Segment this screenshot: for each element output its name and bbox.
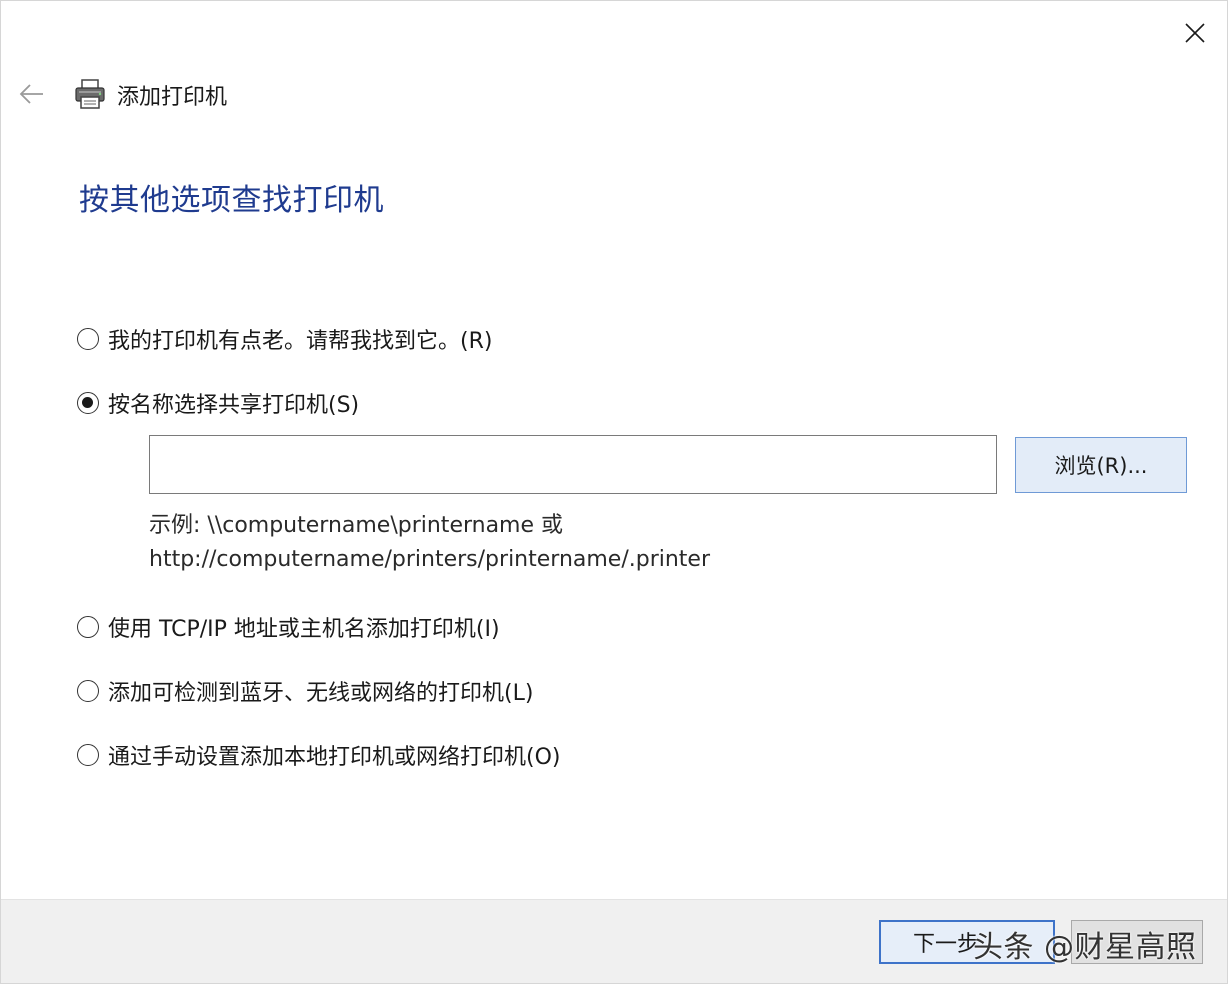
option-wireless-network[interactable]: 添加可检测到蓝牙、无线或网络的打印机(L) [77,675,533,707]
example-line-1: 示例: \\computername\printername 或 [149,513,564,538]
option-manual-setup-label: 通过手动设置添加本地打印机或网络打印机(O) [108,745,561,770]
watermark: 头条 @财星高照 [973,930,1197,965]
option-old-printer[interactable]: 我的打印机有点老。请帮我找到它。(R) [77,323,492,355]
radio-shared-by-name[interactable] [77,392,99,414]
window-title: 添加打印机 [117,85,228,110]
option-tcp-ip-label: 使用 TCP/IP 地址或主机名添加打印机(I) [108,617,500,642]
radio-manual-setup[interactable] [77,744,99,766]
option-old-printer-label: 我的打印机有点老。请帮我找到它。(R) [108,329,493,354]
option-shared-by-name-label: 按名称选择共享打印机(S) [108,393,360,418]
option-manual-setup[interactable]: 通过手动设置添加本地打印机或网络打印机(O) [77,739,560,771]
option-wireless-network-label: 添加可检测到蓝牙、无线或网络的打印机(L) [108,681,534,706]
back-arrow-icon [19,84,43,104]
dialog-footer: 下一步 头条 @财星高照 [1,899,1227,983]
browse-button[interactable]: 浏览(R)... [1015,437,1187,493]
option-shared-by-name[interactable]: 按名称选择共享打印机(S) [77,387,359,419]
radio-old-printer[interactable] [77,328,99,350]
close-button[interactable] [1169,11,1221,55]
close-icon [1185,23,1205,43]
radio-tcp-ip[interactable] [77,616,99,638]
option-tcp-ip[interactable]: 使用 TCP/IP 地址或主机名添加打印机(I) [77,611,500,643]
radio-wireless-network[interactable] [77,680,99,702]
shared-printer-name-input[interactable] [149,435,997,494]
page-heading: 按其他选项查找打印机 [79,183,384,218]
example-text: 示例: \\computername\printername 或 http://… [149,509,710,577]
example-line-2: http://computername/printers/printername… [149,547,711,572]
back-button[interactable] [13,75,51,113]
add-printer-dialog: 添加打印机 按其他选项查找打印机 我的打印机有点老。请帮我找到它。(R) 按名称… [0,0,1228,984]
printer-icon [75,79,105,109]
